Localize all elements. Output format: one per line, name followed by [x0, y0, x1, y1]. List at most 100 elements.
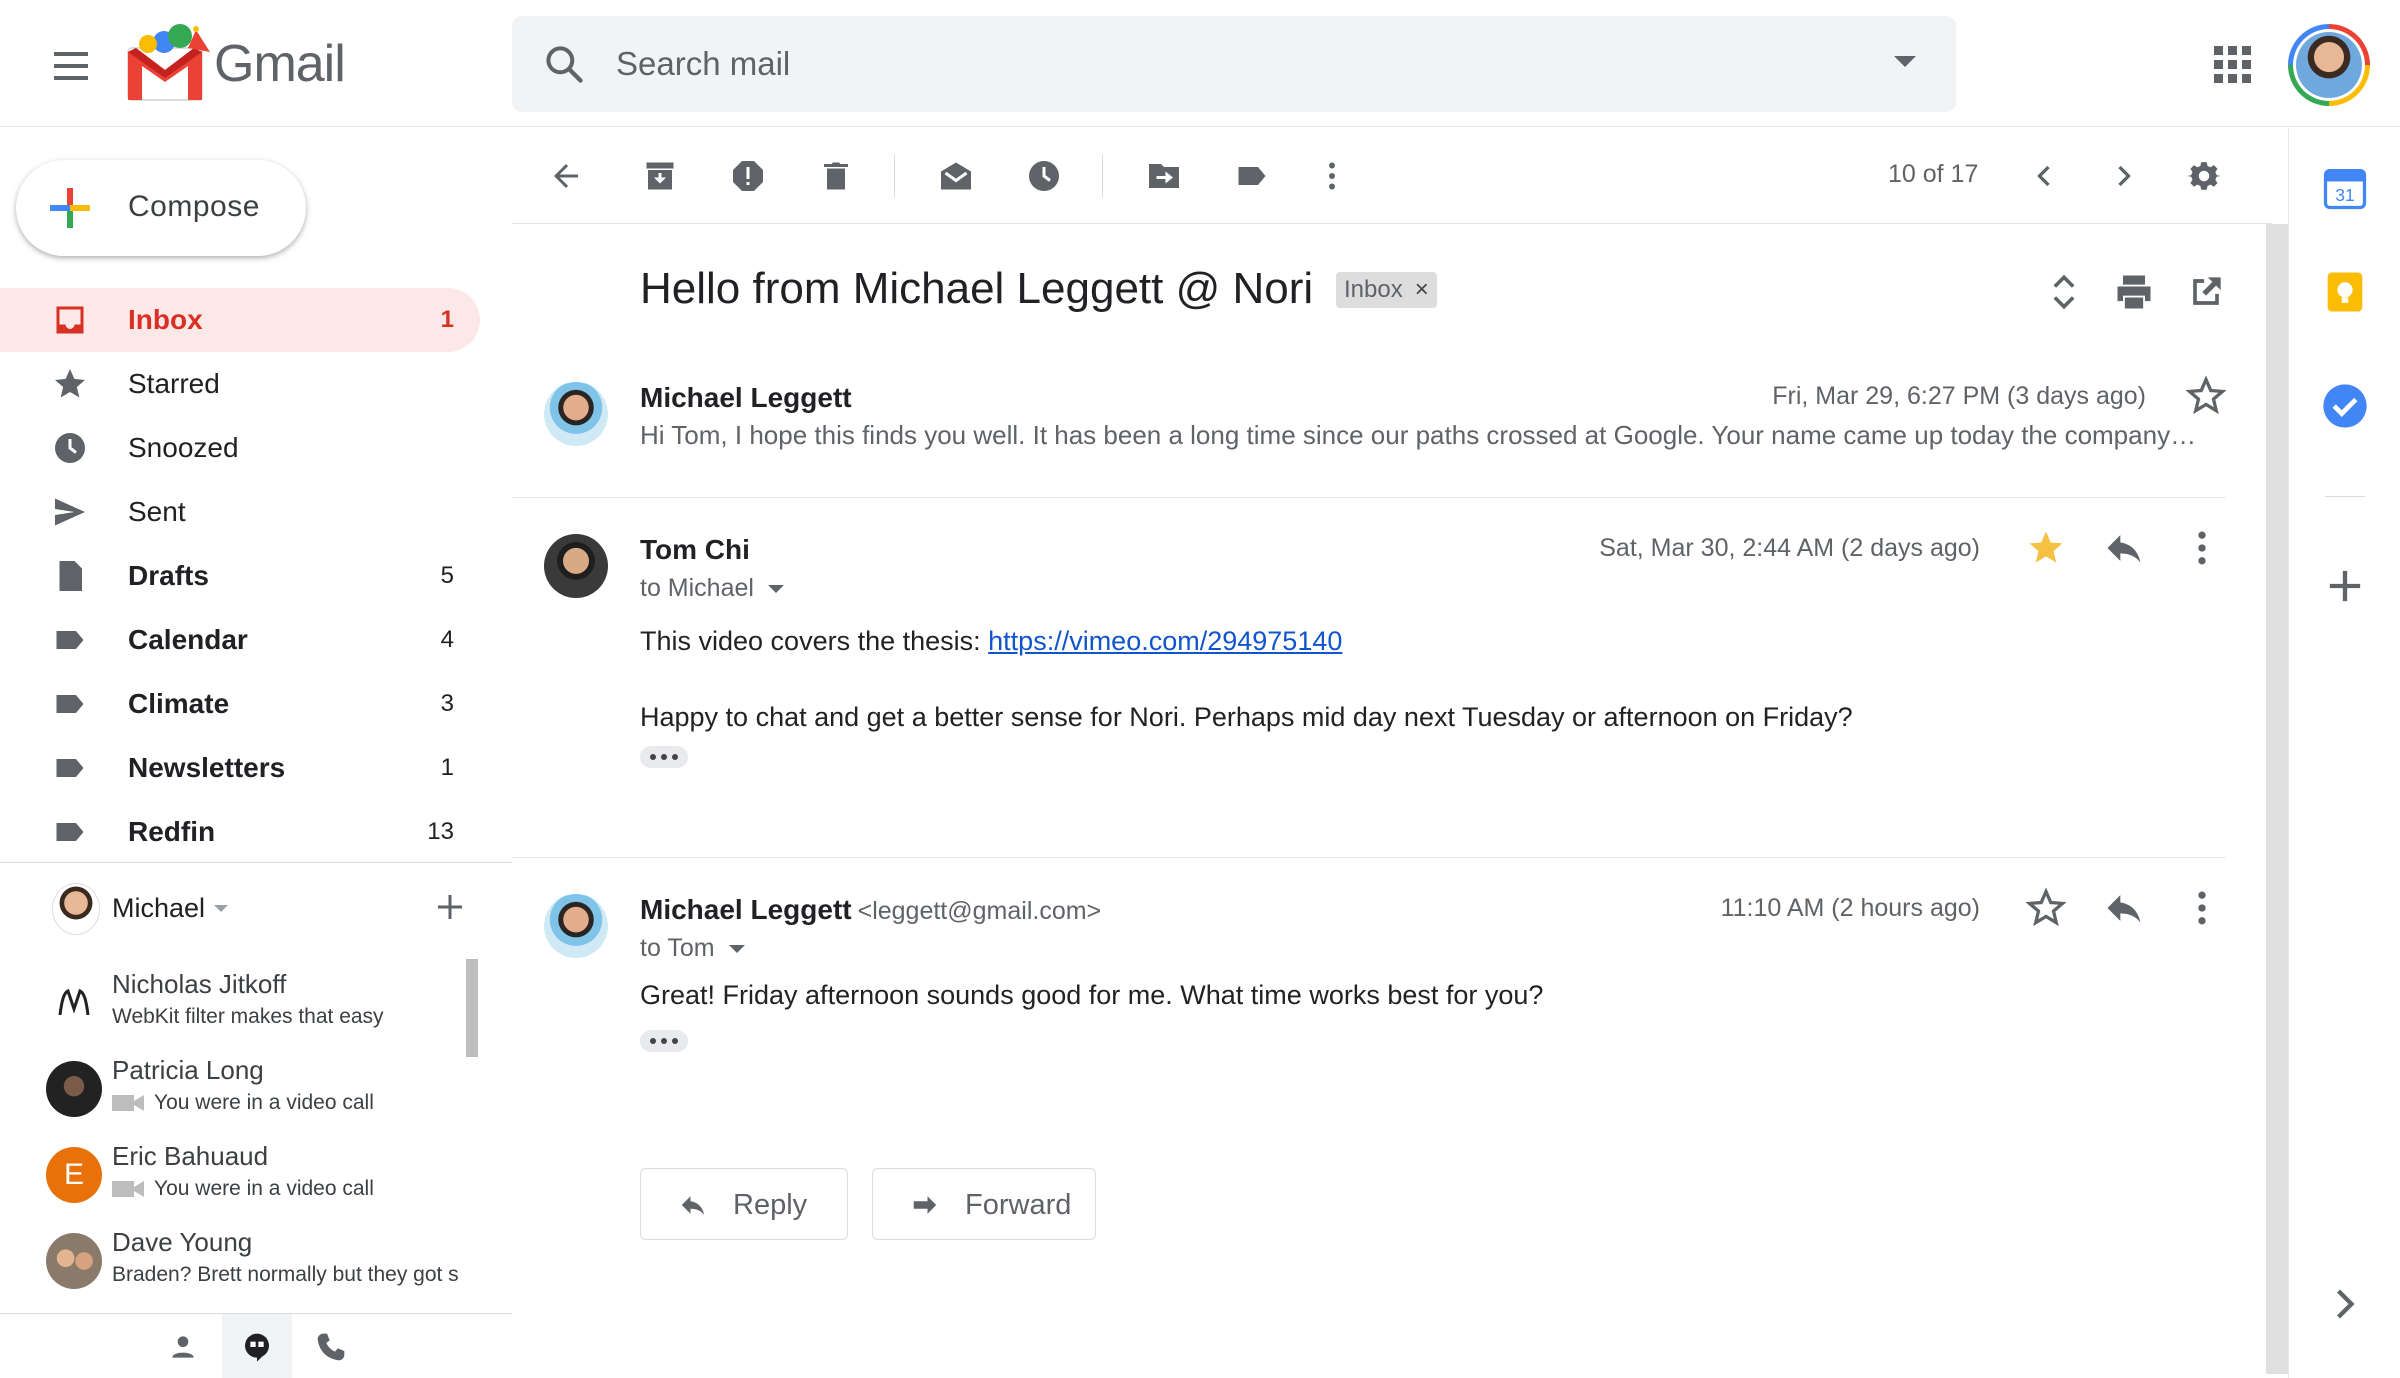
recipient-line[interactable]: to Tom — [640, 934, 745, 963]
more-vert-icon[interactable] — [2180, 886, 2224, 930]
nav-item-drafts[interactable]: Drafts 5 — [0, 544, 480, 608]
google-apps-icon[interactable] — [2212, 44, 2252, 84]
label-icon — [1238, 167, 1266, 185]
label-icon — [56, 695, 84, 713]
contact-status: Braden? Brett normally but they got s — [112, 1263, 459, 1286]
nav-count: 1 — [440, 306, 454, 333]
hangouts-me[interactable]: Michael — [0, 863, 490, 955]
expand-all-icon[interactable] — [2042, 270, 2086, 314]
inbox-label-chip[interactable]: Inbox × — [1336, 272, 1437, 308]
star-icon — [55, 369, 85, 398]
move-to-folder-icon — [1149, 164, 1179, 188]
gmail-wordmark: Gmail — [214, 35, 346, 93]
newer-button[interactable] — [2020, 152, 2068, 200]
tab-conversations[interactable] — [222, 1314, 292, 1378]
recipient-line[interactable]: to Michael — [640, 574, 784, 603]
mark-unread-button[interactable] — [932, 152, 980, 200]
print-icon[interactable] — [2112, 270, 2156, 314]
get-add-ons-plus-icon[interactable] — [2319, 560, 2371, 612]
account-avatar[interactable] — [2288, 24, 2370, 106]
recipient-details-caret-icon[interactable] — [767, 585, 784, 594]
recipient-details-caret-icon[interactable] — [728, 945, 745, 954]
delete-button[interactable] — [812, 152, 860, 200]
move-to-button[interactable] — [1140, 152, 1188, 200]
pagination-text: 10 of 17 — [1888, 160, 1979, 188]
reply-icon[interactable] — [2102, 886, 2146, 930]
compose-button[interactable]: Compose — [16, 160, 306, 256]
reply-button[interactable]: Reply — [640, 1168, 848, 1240]
clock-icon — [55, 433, 85, 463]
report-spam-button[interactable] — [724, 152, 772, 200]
more-options-button[interactable] — [1308, 152, 1356, 200]
contact-status-row: You were in a video call — [112, 1177, 468, 1201]
avatar — [46, 1061, 102, 1117]
thread-scrollbar[interactable] — [2266, 224, 2288, 1374]
labels-button[interactable] — [1228, 152, 1276, 200]
list-item[interactable]: E Eric Bahuaud You were in a video call — [0, 1131, 470, 1217]
nav-item-snoozed[interactable]: Snoozed — [0, 416, 480, 480]
message-collapsed[interactable]: Michael Leggett Fri, Mar 29, 6:27 PM (3 … — [512, 370, 2228, 498]
tab-phone[interactable] — [296, 1314, 366, 1378]
star-icon[interactable] — [2184, 374, 2228, 418]
forward-button[interactable]: Forward — [872, 1168, 1096, 1240]
chevron-left-icon — [2037, 165, 2050, 187]
avatar-initial: E — [63, 1158, 84, 1191]
search-icon[interactable] — [542, 42, 586, 86]
body-text: This video covers the thesis: — [640, 626, 989, 656]
calendar-icon[interactable]: 31 — [2319, 162, 2371, 214]
keep-icon[interactable] — [2319, 266, 2371, 318]
nav-label: Starred — [128, 368, 220, 399]
nav-label: Inbox — [128, 304, 203, 335]
message-date: 11:10 AM (2 hours ago) — [1720, 894, 1980, 922]
hangouts-scrollbar[interactable] — [466, 959, 478, 1057]
search-input[interactable] — [616, 34, 1816, 94]
search-bar[interactable] — [512, 16, 1956, 112]
list-item[interactable]: Patricia Long You were in a video call — [0, 1045, 470, 1131]
more-vert-icon[interactable] — [2180, 526, 2224, 570]
list-item[interactable]: Nicholas Jitkoff WebKit filter makes tha… — [0, 959, 470, 1045]
nav-count: 13 — [427, 818, 454, 845]
tasks-icon[interactable] — [2319, 380, 2371, 432]
nav-label: Sent — [128, 496, 186, 527]
back-button[interactable] — [542, 152, 590, 200]
nav-item-climate[interactable]: Climate 3 — [0, 672, 480, 736]
reply-icon — [681, 1196, 705, 1215]
search-options-caret-icon[interactable] — [1894, 56, 1916, 67]
label-icon — [56, 631, 84, 649]
archive-button[interactable] — [636, 152, 684, 200]
toolbar-divider — [1102, 154, 1103, 198]
nav-item-sent[interactable]: Sent — [0, 480, 480, 544]
gear-icon — [2187, 162, 2221, 190]
tab-contacts[interactable] — [148, 1314, 218, 1378]
avatar — [544, 894, 608, 958]
show-trimmed-content-button[interactable] — [640, 746, 688, 768]
nav-label: Drafts — [128, 560, 209, 591]
nav-item-calendar[interactable]: Calendar 4 — [0, 608, 480, 672]
remove-label-icon[interactable]: × — [1415, 272, 1429, 308]
sender-name: Tom Chi — [640, 534, 750, 565]
contact-name: Eric Bahuaud — [112, 1141, 269, 1171]
older-button[interactable] — [2100, 152, 2148, 200]
nav-count: 3 — [440, 690, 454, 717]
thread-subject: Hello from Michael Leggett @ Nori — [640, 264, 1314, 313]
show-trimmed-content-button[interactable] — [640, 1030, 688, 1052]
nav-item-redfin[interactable]: Redfin 13 — [0, 800, 480, 864]
snooze-button[interactable] — [1020, 152, 1068, 200]
main-menu-button[interactable] — [44, 40, 96, 92]
sender-name-text: Michael Leggett — [640, 894, 852, 925]
reply-icon[interactable] — [2102, 526, 2146, 570]
list-item[interactable]: Dave Young Braden? Brett normally but th… — [0, 1217, 470, 1303]
nav-item-newsletters[interactable]: Newsletters 1 — [0, 736, 480, 800]
new-conversation-plus-icon[interactable] — [432, 889, 468, 925]
status-caret-icon[interactable] — [214, 905, 228, 912]
open-in-new-window-icon[interactable] — [2184, 270, 2228, 314]
nav-item-starred[interactable]: Starred — [0, 352, 480, 416]
star-filled-icon[interactable] — [2024, 526, 2068, 570]
star-icon[interactable] — [2024, 886, 2068, 930]
chevron-right-icon[interactable] — [2319, 1278, 2371, 1330]
hangouts-footer — [0, 1313, 512, 1378]
nav-item-inbox[interactable]: Inbox 1 — [0, 288, 480, 352]
settings-button[interactable] — [2180, 152, 2228, 200]
vimeo-link[interactable]: https://vimeo.com/294975140 — [988, 626, 1342, 656]
trash-icon — [824, 162, 848, 190]
